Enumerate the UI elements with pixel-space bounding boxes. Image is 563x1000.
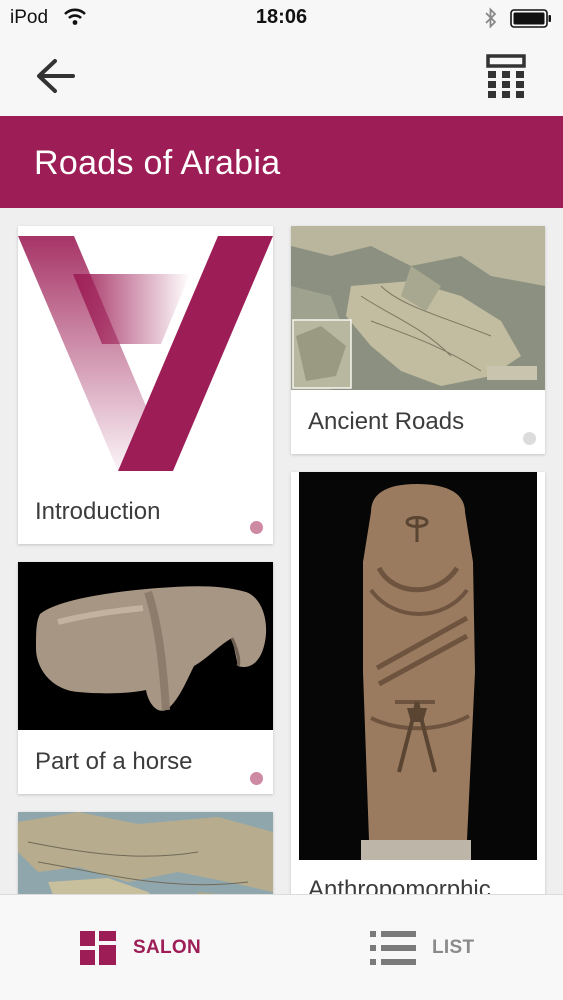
clock: 18:06: [255, 6, 308, 28]
tab-salon-label: SALON: [133, 937, 201, 958]
status-bar: iPod 18:06: [0, 0, 563, 36]
list-icon: [370, 931, 416, 965]
salon-grid: Introduction Ancient Roads Part of a hor…: [0, 208, 563, 894]
card-introduction-label: Introduction: [35, 498, 161, 525]
page-title: Roads of Arabia: [34, 144, 281, 182]
anthropomorphic-stone-stele: [299, 472, 537, 860]
card-ancient-roads[interactable]: Ancient Roads: [291, 226, 545, 454]
title-banner: Roads of Arabia: [0, 116, 563, 208]
card-part-of-a-horse-label: Part of a horse: [35, 748, 193, 775]
card-anthropomorphic-stele[interactable]: Anthropomorphic stele: [291, 472, 545, 894]
tab-list-label: LIST: [432, 937, 475, 958]
roads-of-arabia-logo: [18, 236, 273, 471]
map-of-arabia: [291, 226, 545, 390]
unread-indicator: [250, 772, 263, 785]
calculator-grid-icon: [486, 54, 526, 98]
region-map: [18, 812, 273, 894]
card-part-of-a-horse[interactable]: Part of a horse: [18, 562, 273, 794]
stone-horse-fragment: [18, 562, 273, 730]
calculator-button[interactable]: [484, 54, 528, 98]
battery-icon: [510, 9, 551, 28]
bottom-tab-bar: SALON LIST: [0, 894, 563, 1000]
tab-list[interactable]: LIST: [282, 895, 563, 1000]
card-anthropomorphic-stele-label: Anthropomorphic stele: [308, 876, 491, 894]
back-button[interactable]: [34, 56, 78, 96]
back-arrow-icon: [37, 59, 75, 93]
navigation-bar: [0, 36, 563, 116]
unread-indicator: [250, 521, 263, 534]
card-introduction[interactable]: Introduction: [18, 226, 273, 544]
unread-indicator: [523, 432, 536, 445]
tab-salon[interactable]: SALON: [0, 895, 281, 1000]
card-region-map[interactable]: [18, 812, 273, 894]
salon-grid-icon: [80, 931, 116, 965]
card-ancient-roads-label: Ancient Roads: [308, 408, 465, 435]
bluetooth-icon: [485, 7, 497, 29]
